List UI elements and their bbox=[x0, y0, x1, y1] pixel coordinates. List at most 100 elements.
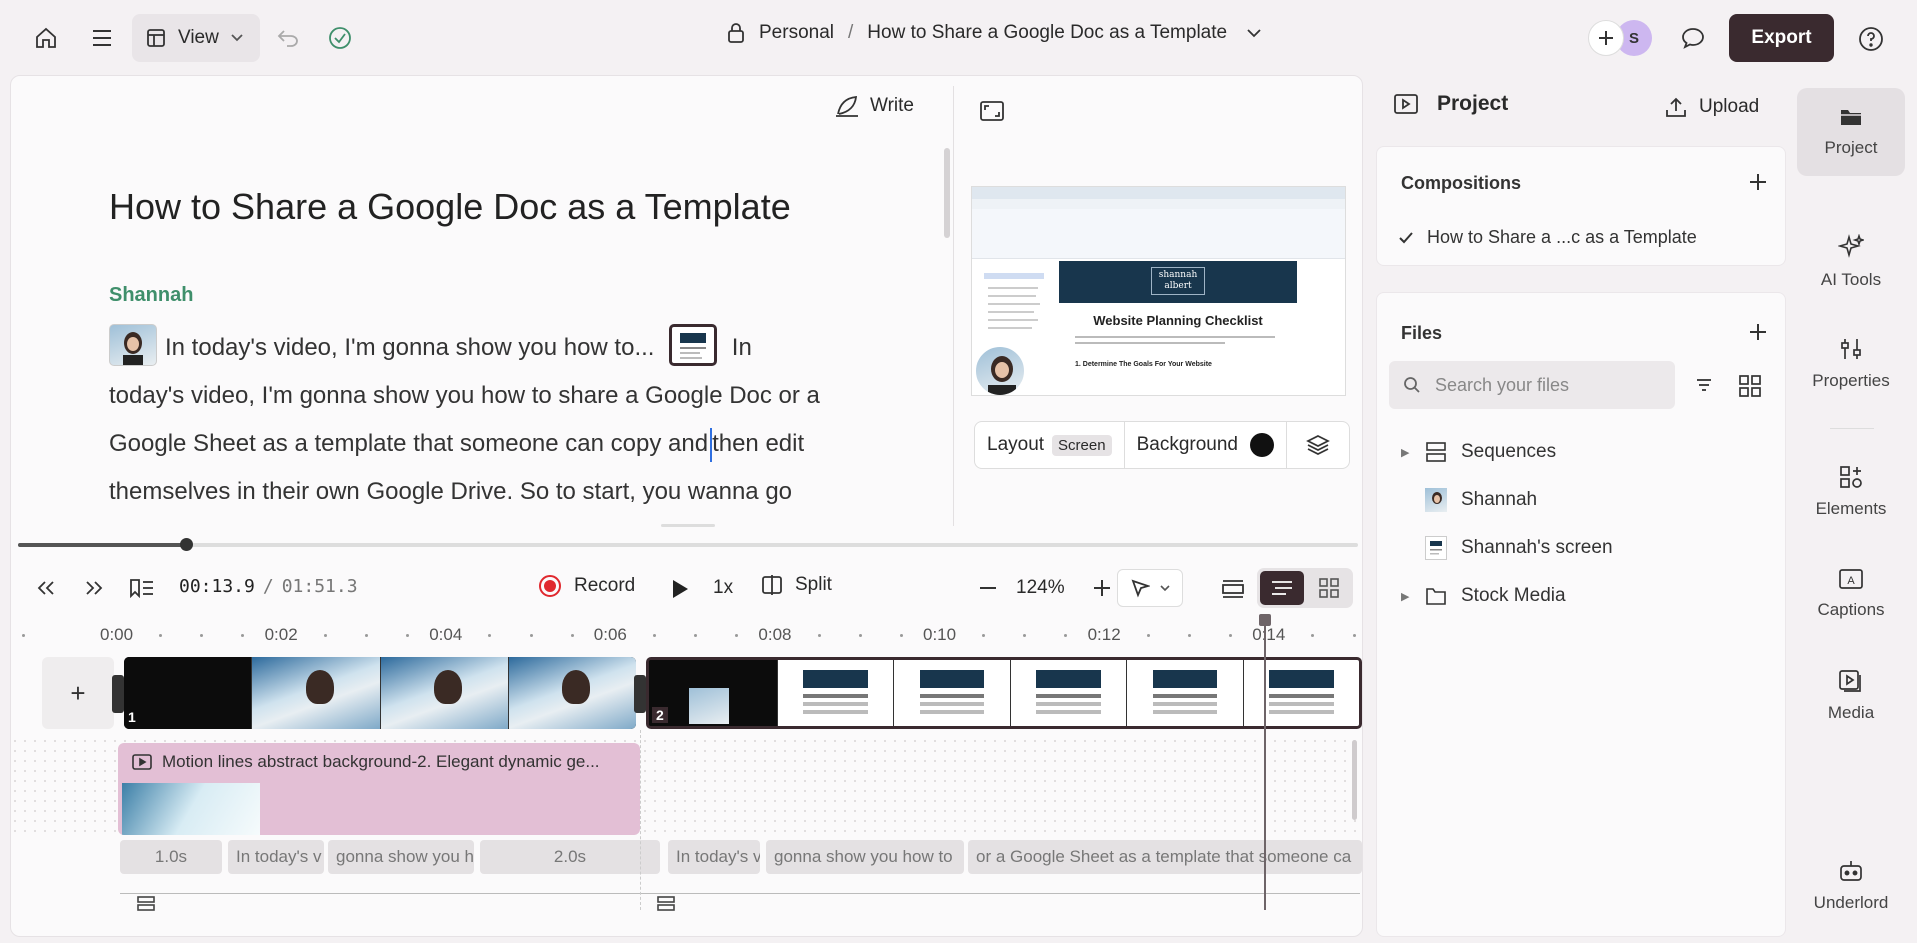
motion-background-clip[interactable]: Motion lines abstract background-2. Eleg… bbox=[118, 743, 640, 835]
clip-frame bbox=[1126, 660, 1243, 726]
sidebar-item-captions[interactable]: A Captions bbox=[1797, 550, 1905, 638]
resize-handle[interactable] bbox=[661, 524, 715, 527]
expand-caret-icon[interactable]: ▶ bbox=[1401, 590, 1425, 603]
timeline-ruler[interactable]: 0:00 0:02 0:04 0:06 0:08 0:10 0:12 0:14 bbox=[10, 620, 1363, 650]
timeline-view-icon[interactable] bbox=[1260, 571, 1304, 605]
sidebar-item-media[interactable]: Media bbox=[1797, 652, 1905, 740]
view-button[interactable]: View bbox=[132, 14, 260, 62]
caption-gap[interactable]: 2.0s bbox=[480, 840, 660, 874]
clip-1[interactable]: 1 bbox=[124, 657, 636, 729]
track-scrollbar[interactable] bbox=[1352, 740, 1357, 820]
ruler-minor-tick bbox=[570, 634, 574, 637]
breadcrumb-separator: / bbox=[848, 22, 854, 43]
ruler-tick-label: 0:10 bbox=[923, 625, 957, 644]
chapters-icon[interactable] bbox=[127, 575, 157, 601]
screen-thumbnail[interactable] bbox=[669, 323, 718, 366]
invite-button[interactable] bbox=[1588, 20, 1624, 56]
playhead-handle[interactable] bbox=[1259, 614, 1271, 626]
speaker-label[interactable]: Shannah bbox=[109, 284, 193, 307]
background-selector[interactable]: Background bbox=[1125, 422, 1287, 468]
ruler-tick-label: 0:08 bbox=[758, 625, 792, 644]
ruler-minor-tick bbox=[982, 634, 986, 637]
fullscreen-icon[interactable] bbox=[977, 98, 1007, 124]
clip-2[interactable]: 2 bbox=[646, 657, 1362, 729]
ruler-minor-tick bbox=[529, 634, 533, 637]
sidebar-item-properties[interactable]: Properties bbox=[1797, 320, 1905, 408]
add-file-icon[interactable] bbox=[1749, 323, 1767, 341]
chevron-down-icon[interactable] bbox=[1247, 28, 1261, 38]
zoom-in-icon[interactable] bbox=[1089, 575, 1115, 601]
robot-icon bbox=[1838, 859, 1864, 883]
breadcrumb-workspace[interactable]: Personal bbox=[759, 22, 834, 44]
total-time: 01:51.3 bbox=[281, 576, 358, 597]
add-composition-icon[interactable] bbox=[1749, 173, 1767, 191]
home-icon[interactable] bbox=[28, 22, 64, 54]
comment-icon[interactable] bbox=[1676, 22, 1710, 54]
layout-toolbar: Layout Screen Background bbox=[974, 421, 1350, 469]
project-folder-icon bbox=[1393, 93, 1419, 115]
sidebar-item-underlord[interactable]: Underlord bbox=[1797, 842, 1905, 930]
transcript-text[interactable]: In today's video, I'm gonna show you how… bbox=[109, 323, 829, 516]
caption-chip[interactable]: In today's v bbox=[668, 840, 760, 874]
clip-frame bbox=[649, 660, 777, 726]
clip-number: 2 bbox=[652, 707, 668, 723]
cursor-tool-select[interactable] bbox=[1117, 569, 1183, 607]
breadcrumb-title[interactable]: How to Share a Google Doc as a Template bbox=[867, 22, 1227, 44]
expand-caret-icon[interactable]: ▶ bbox=[1401, 446, 1425, 459]
scrub-handle[interactable] bbox=[179, 538, 193, 551]
write-button[interactable]: Write bbox=[834, 94, 914, 118]
file-item-stock-media[interactable]: ▶ Stock Media bbox=[1401, 581, 1566, 611]
file-item-shannah[interactable]: Shannah bbox=[1401, 485, 1537, 515]
file-item-sequences[interactable]: ▶ Sequences bbox=[1401, 437, 1556, 467]
skip-forward-icon[interactable] bbox=[81, 575, 107, 601]
playback-speed[interactable]: 1x bbox=[713, 577, 733, 599]
grid-view-icon[interactable] bbox=[1307, 571, 1351, 605]
caption-chip[interactable]: In today's v bbox=[228, 840, 324, 874]
scrollbar[interactable] bbox=[944, 148, 950, 238]
sidebar-item-elements[interactable]: Elements bbox=[1797, 448, 1905, 536]
project-panel-header: Project bbox=[1393, 92, 1508, 116]
layers-icon[interactable] bbox=[1287, 422, 1349, 468]
clip-frame bbox=[251, 657, 380, 729]
caption-gap[interactable]: 1.0s bbox=[120, 840, 222, 874]
document-title[interactable]: How to Share a Google Doc as a Template bbox=[109, 186, 791, 228]
media-icon bbox=[1838, 669, 1864, 693]
play-icon[interactable] bbox=[666, 575, 694, 603]
breadcrumb[interactable]: Personal / How to Share a Google Doc as … bbox=[727, 22, 1261, 44]
zoom-level[interactable]: 124% bbox=[1016, 577, 1065, 599]
zoom-out-icon[interactable] bbox=[975, 575, 1001, 601]
skip-back-icon[interactable] bbox=[33, 575, 59, 601]
file-item-shannahs-screen[interactable]: Shannah's screen bbox=[1401, 533, 1613, 563]
clip-frame bbox=[893, 660, 1010, 726]
add-track-button[interactable]: + bbox=[42, 657, 114, 729]
grid-icon[interactable] bbox=[1739, 375, 1761, 397]
composition-item[interactable]: How to Share a ...c as a Template bbox=[1399, 227, 1697, 248]
screen-thumbnail-icon bbox=[1425, 536, 1447, 560]
undo-icon[interactable] bbox=[272, 22, 304, 54]
track-view-icon[interactable] bbox=[1219, 575, 1247, 603]
caption-chip[interactable]: gonna show you h bbox=[328, 840, 474, 874]
caption-chip[interactable]: gonna show you how to bbox=[766, 840, 964, 874]
filter-icon[interactable] bbox=[1695, 377, 1713, 393]
speaker-thumbnail[interactable] bbox=[109, 323, 157, 366]
saved-check-icon bbox=[324, 22, 356, 54]
canvas-preview[interactable]: shannah albert Website Planning Checklis… bbox=[971, 186, 1346, 396]
sidebar-item-ai-tools[interactable]: AI Tools bbox=[1797, 218, 1905, 306]
search-input[interactable]: Search your files bbox=[1389, 361, 1675, 409]
sequence-marker-icon[interactable] bbox=[136, 896, 156, 912]
camera-bubble[interactable] bbox=[974, 345, 1026, 395]
caption-chip[interactable]: or a Google Sheet as a template that som… bbox=[968, 840, 1362, 874]
ruler-tick-label: 0:14 bbox=[1252, 625, 1286, 644]
clip-handle-right[interactable] bbox=[634, 675, 646, 713]
sidebar-item-project[interactable]: Project bbox=[1797, 88, 1905, 176]
transcript-segment-1[interactable]: In today's video, I'm gonna show you how… bbox=[165, 334, 654, 361]
sequence-marker-icon[interactable] bbox=[656, 896, 676, 912]
clip-handle-left[interactable] bbox=[112, 675, 124, 713]
split-button[interactable]: Split bbox=[761, 574, 832, 596]
layout-selector[interactable]: Layout Screen bbox=[975, 422, 1125, 468]
playhead[interactable] bbox=[1264, 615, 1266, 910]
upload-button[interactable]: Upload bbox=[1665, 96, 1759, 118]
record-button[interactable]: Record bbox=[538, 574, 635, 598]
menu-icon[interactable] bbox=[84, 22, 120, 54]
scrub-bar[interactable] bbox=[18, 538, 1358, 551]
